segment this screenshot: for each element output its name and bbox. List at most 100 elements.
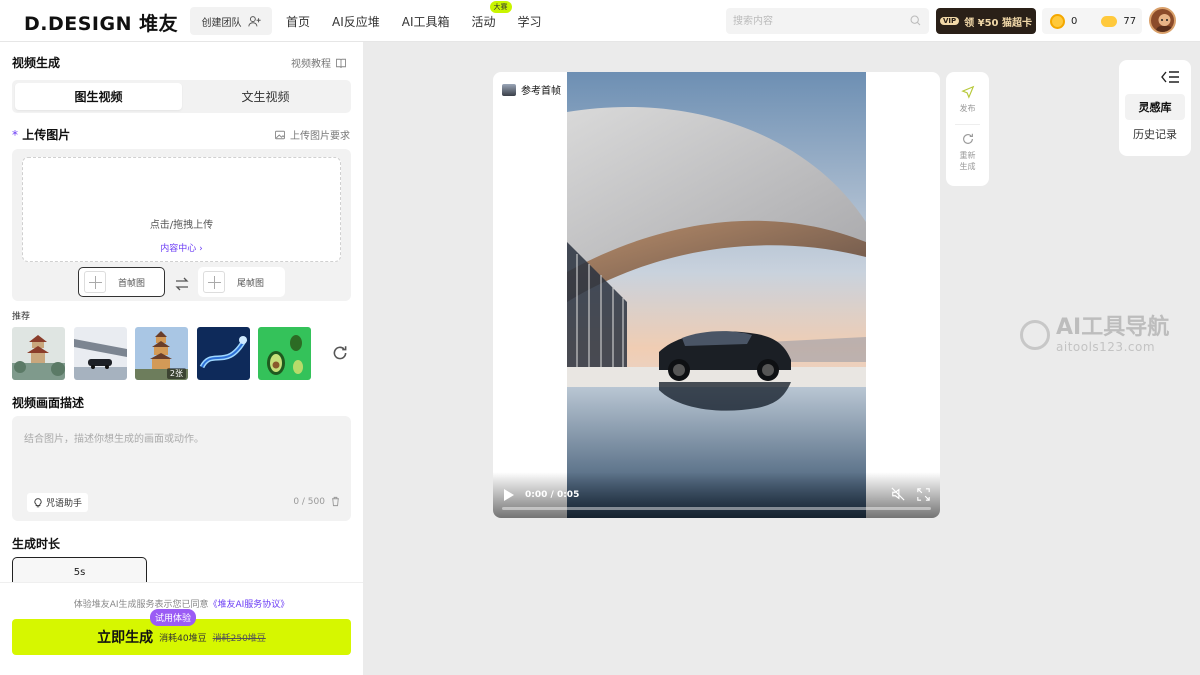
generate-footer: 体验堆友AI生成服务表示您已同意《堆友AI服务协议》 立即生成 消耗40堆豆 消…: [0, 582, 363, 675]
vip-coupon-button[interactable]: VIP 领 ¥50 猫超卡: [936, 8, 1036, 34]
collapse-menu-icon[interactable]: [1161, 70, 1179, 84]
generation-panel: 视频生成 视频教程 图生视频 文生视频 * 上传图片 上传图片要求 点击/拖拽上…: [0, 42, 363, 675]
trial-badge: 试用体验: [150, 609, 197, 626]
video-preview: 参考首帧 0:00 / 0:05: [493, 72, 940, 518]
trash-icon[interactable]: [330, 496, 341, 507]
reference-thumb: [502, 83, 516, 96]
recommend-thumb-car[interactable]: [74, 327, 127, 380]
create-team-button[interactable]: 创建团队: [190, 7, 272, 35]
desc-title: 视频画面描述: [12, 396, 85, 410]
cost-label: 消耗40堆豆: [159, 633, 207, 644]
tab-history[interactable]: 历史记录: [1125, 121, 1185, 147]
bean-count: 77: [1123, 15, 1137, 27]
car-image: [74, 327, 127, 380]
first-frame-label: 首帧图: [118, 278, 146, 289]
first-frame-slot[interactable]: 首帧图: [78, 267, 165, 297]
upload-title-label: 上传图片: [22, 128, 71, 142]
last-frame-slot[interactable]: 尾帧图: [198, 267, 285, 297]
recommend-thumb-avocado[interactable]: [258, 327, 311, 380]
image-dropzone[interactable]: 点击/拖拽上传 内容中心 ›: [22, 157, 341, 262]
mode-tabs: 图生视频 文生视频: [12, 80, 351, 113]
dragon-image: [197, 327, 250, 380]
create-team-label: 创建团队: [201, 17, 242, 29]
tab-inspiration[interactable]: 灵感库: [1125, 94, 1185, 120]
duration-title: 生成时长: [12, 537, 61, 551]
tab-text-to-video[interactable]: 文生视频: [182, 83, 349, 110]
generate-label: 立即生成: [97, 630, 154, 646]
watermark-logo-icon: [1020, 320, 1050, 350]
reference-frame-text: 参考首帧: [521, 86, 561, 97]
recommend-thumb-dragon[interactable]: [197, 327, 250, 380]
top-bar: D.DESIGN 堆友 创建团队 首页 AI反应堆 AI工具箱 活动 大赛 学习…: [0, 0, 1200, 42]
vip-coupon-label: 领 ¥50 猫超卡: [964, 17, 1032, 29]
last-frame-label: 尾帧图: [237, 278, 265, 289]
swap-icon[interactable]: [174, 276, 190, 292]
contest-badge: 大赛: [489, 0, 512, 13]
video-controls: 0:00 / 0:05: [493, 472, 940, 518]
nav-home[interactable]: 首页: [286, 13, 310, 30]
tab-image-to-video[interactable]: 图生视频: [15, 83, 182, 110]
char-counter: 0 / 500: [293, 497, 325, 507]
video-tutorial-link[interactable]: 视频教程: [291, 55, 347, 70]
avatar-image: [1156, 14, 1173, 32]
spell-assistant-button[interactable]: 咒语助手: [27, 493, 88, 512]
plus-icon: [203, 271, 225, 293]
description-input[interactable]: [12, 416, 351, 486]
recommend-thumb-pagoda[interactable]: [12, 327, 65, 380]
recommend-thumb-tower[interactable]: 2张: [135, 327, 188, 380]
search-icon[interactable]: [909, 14, 922, 27]
spell-assistant-label: 咒语助手: [45, 499, 82, 509]
agreement-link[interactable]: 《堆友AI服务协议》: [209, 600, 290, 610]
regenerate-icon: [962, 133, 973, 144]
user-avatar[interactable]: [1149, 7, 1176, 34]
search-input[interactable]: [726, 8, 929, 34]
publish-button[interactable]: 发布: [946, 85, 989, 114]
fullscreen-icon[interactable]: [917, 488, 930, 501]
library-panel: 灵感库 历史记录: [1119, 60, 1191, 156]
upload-title: * 上传图片: [12, 126, 70, 143]
nav-learn[interactable]: 学习: [518, 13, 542, 30]
regenerate-label-1: 重新: [959, 151, 976, 160]
bulb-icon: [34, 497, 42, 507]
divider: [955, 124, 980, 125]
watermark: AI工具导航 aitools123.com: [1020, 316, 1169, 354]
book-icon: [336, 58, 346, 68]
main-nav: 首页 AI反应堆 AI工具箱 活动 大赛 学习: [286, 0, 542, 42]
upload-requirements-label: 上传图片要求: [290, 131, 350, 142]
regenerate-label-2: 生成: [959, 162, 976, 171]
send-icon: [960, 85, 974, 99]
video-frame[interactable]: [567, 72, 866, 518]
coin-count: 0: [1071, 15, 1078, 27]
nav-ai-toolbox[interactable]: AI工具箱: [402, 13, 450, 30]
thumb-count: 2张: [166, 368, 186, 379]
section-title: 视频生成: [12, 56, 61, 70]
play-icon[interactable]: [504, 489, 514, 501]
reference-frame-label: 参考首帧: [502, 82, 561, 97]
add-user-icon: [247, 15, 261, 26]
nav-events[interactable]: 活动 大赛: [471, 0, 512, 30]
bean-icon: [1101, 15, 1118, 27]
vip-tag: VIP: [940, 17, 960, 25]
drop-text: 点击/拖拽上传: [149, 220, 214, 231]
car-under-canopy-image: [567, 72, 866, 518]
balance-display[interactable]: 0 77: [1042, 8, 1142, 34]
image-icon: [275, 130, 285, 139]
upload-requirements-link[interactable]: 上传图片要求: [274, 127, 350, 142]
content-center-link[interactable]: 内容中心 ›: [23, 241, 340, 254]
watermark-url: aitools123.com: [1056, 340, 1156, 354]
progress-bar[interactable]: [502, 507, 931, 510]
coin-icon: [1050, 13, 1065, 29]
watermark-title: AI工具导航: [1056, 315, 1170, 340]
nav-events-label: 活动: [471, 14, 496, 29]
regenerate-button[interactable]: 重新 生成: [946, 132, 989, 172]
description-box: 咒语助手 0 / 500: [12, 416, 351, 521]
publish-label: 发布: [959, 104, 976, 113]
search-box: [726, 8, 929, 34]
video-tutorial-label: 视频教程: [291, 59, 331, 70]
mute-icon[interactable]: [891, 487, 905, 501]
avocado-image: [258, 327, 311, 380]
logo[interactable]: D.DESIGN 堆友: [24, 9, 178, 36]
timecode: 0:00 / 0:05: [525, 490, 580, 500]
nav-ai-reactor[interactable]: AI反应堆: [332, 13, 380, 30]
refresh-icon[interactable]: [331, 344, 349, 362]
